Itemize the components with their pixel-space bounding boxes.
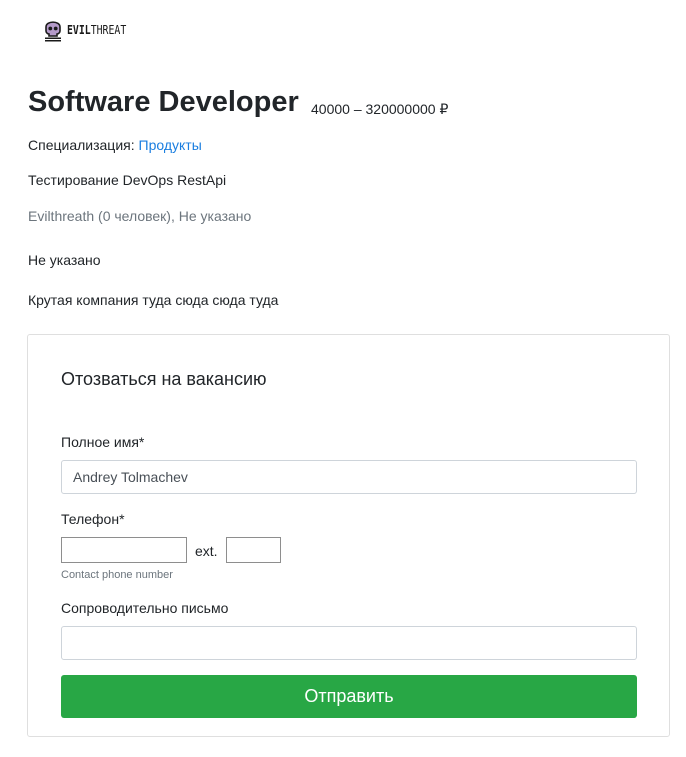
apply-form-title: Отозваться на вакансию [61,369,267,389]
job-description: Крутая компания туда сюда сюда туда [28,292,279,308]
phone-label: Телефон* [61,511,125,527]
phone-ext-input[interactable] [226,537,281,563]
job-title: Software Developer [28,86,299,118]
ext-label: ext. [195,543,218,559]
phone-input[interactable] [61,537,187,563]
company-info: Evilthreath (0 человек), Не указано [28,208,252,224]
skills-list: Тестирование DevOps RestApi [28,172,227,188]
submit-button[interactable]: Отправить [61,675,637,718]
specialization-label: Специализация: [28,137,135,153]
skull-icon [42,17,64,43]
cover-letter-input[interactable] [61,626,637,660]
cover-letter-label: Сопроводительно письмо [61,600,229,616]
specialization: Специализация: Продукты [28,137,202,153]
brand-logo[interactable]: EVILTHREAT [42,16,139,44]
brand-name: EVILTHREAT [67,23,127,37]
phone-hint: Contact phone number [61,569,173,581]
job-location: Не указано [28,252,101,268]
full-name-input[interactable] [61,460,637,494]
apply-form: Отозваться на вакансию Полное имя* Телеф… [27,334,670,737]
salary-range: 40000 – 320000000 ₽ [311,101,449,117]
full-name-label: Полное имя* [61,434,145,450]
specialization-link[interactable]: Продукты [139,137,202,153]
